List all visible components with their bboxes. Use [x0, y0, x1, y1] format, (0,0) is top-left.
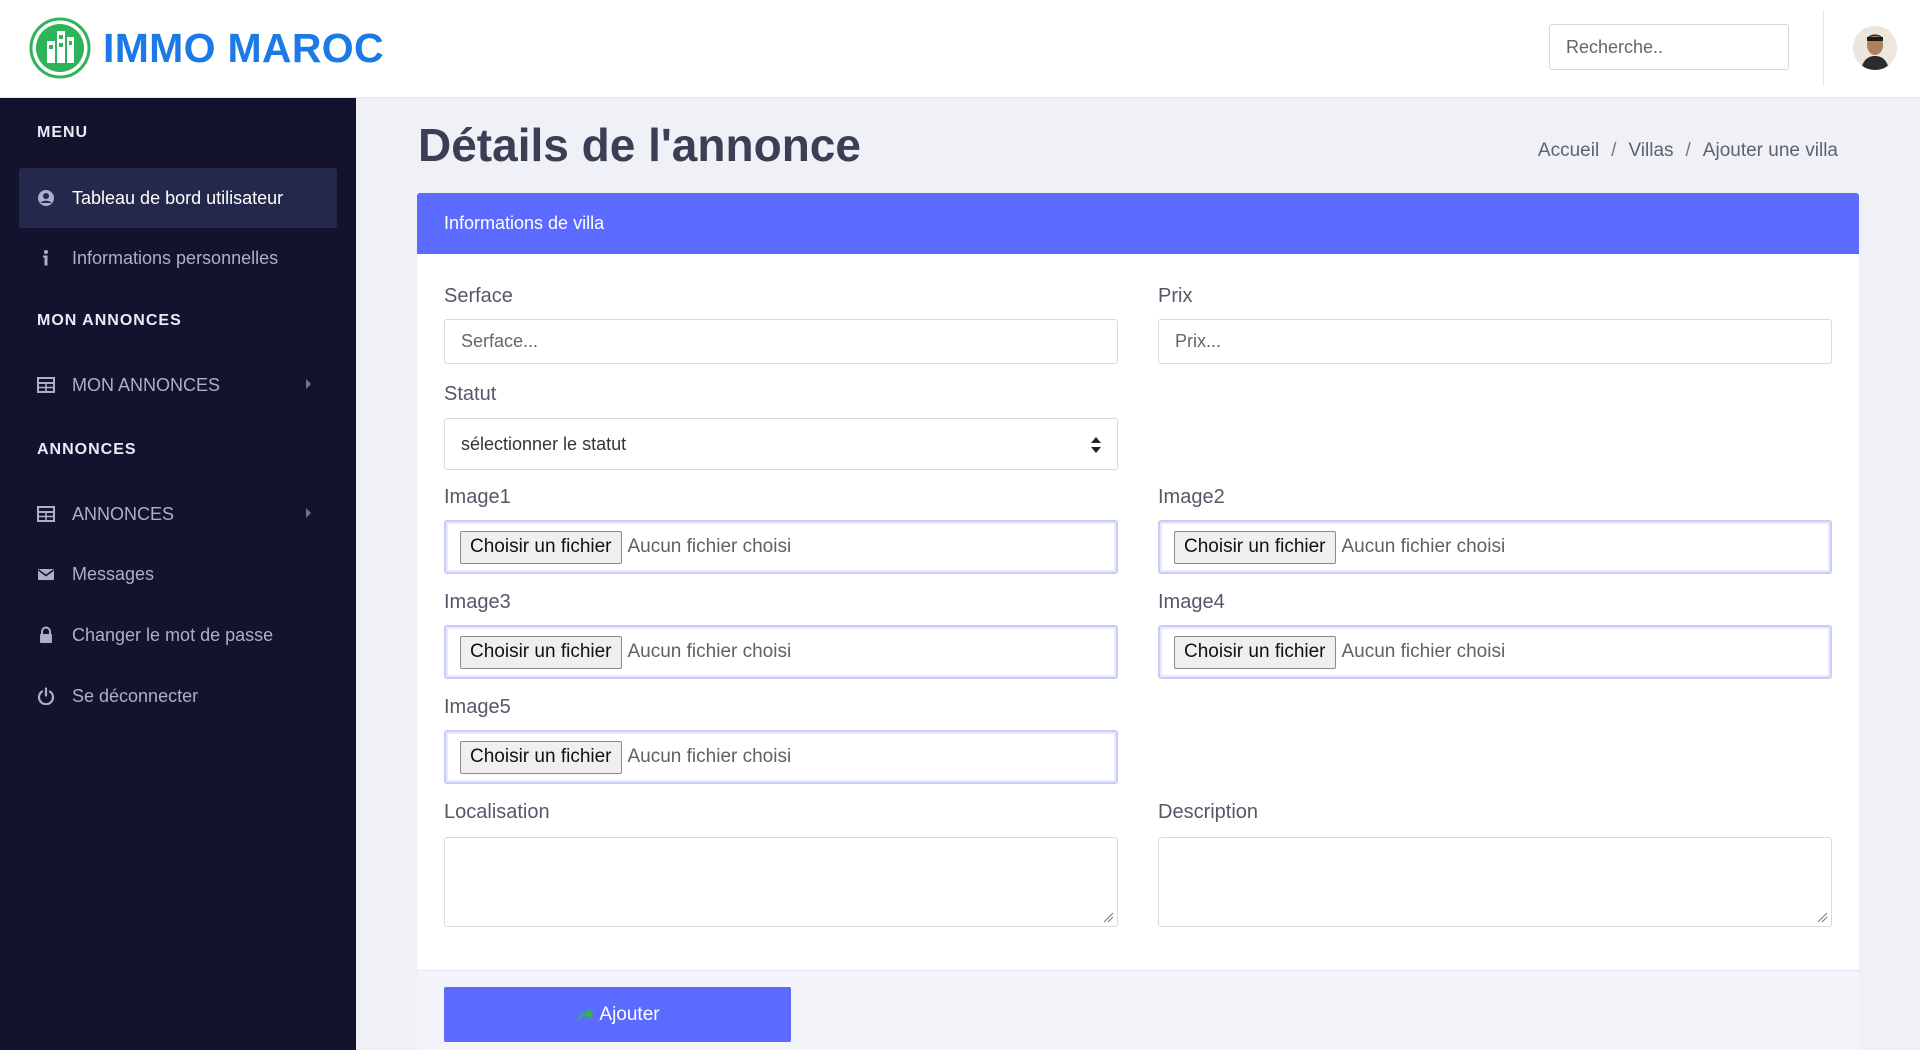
card-footer: Ajouter: [417, 970, 1859, 1050]
sidebar-item-my-ads[interactable]: MON ANNONCES: [19, 355, 337, 415]
search-input[interactable]: [1549, 24, 1789, 70]
image4-label: Image4: [1158, 591, 1225, 613]
chevron-right-icon: [306, 508, 311, 518]
card-header: Informations de villa: [417, 193, 1859, 254]
table-icon: [36, 504, 56, 524]
file-status: Aucun fichier choisi: [627, 641, 792, 662]
choose-file-button[interactable]: Choisir un fichier: [460, 740, 622, 774]
status-select-value: sélectionner le statut: [461, 433, 627, 454]
sidebar: MENU Tableau de bord utilisateur Informa…: [0, 98, 356, 1050]
breadcrumb-current: Ajouter une villa: [1702, 140, 1838, 161]
sidebar-item-label: Messages: [72, 563, 155, 584]
image1-file-input[interactable]: Choisir un fichier Aucun fichier choisi: [444, 520, 1118, 574]
table-icon: [36, 375, 56, 395]
add-button-label: Ajouter: [599, 1003, 660, 1025]
brand[interactable]: IMMO MAROC: [29, 17, 384, 79]
image2-label: Image2: [1158, 486, 1225, 508]
image3-label: Image3: [444, 591, 511, 613]
image5-label: Image5: [444, 696, 511, 718]
resize-handle-icon[interactable]: [1102, 911, 1114, 923]
sidebar-section-menu: MENU: [37, 124, 89, 141]
sidebar-item-change-password[interactable]: Changer le mot de passe: [19, 605, 337, 665]
image4-file-input[interactable]: Choisir un fichier Aucun fichier choisi: [1158, 625, 1832, 679]
location-textarea[interactable]: [444, 837, 1118, 927]
surface-label: Serface: [444, 285, 513, 307]
user-circle-icon: [36, 188, 56, 208]
choose-file-button[interactable]: Choisir un fichier: [1174, 635, 1336, 669]
building-logo-icon: [29, 17, 91, 79]
price-input[interactable]: [1158, 319, 1832, 364]
location-label: Localisation: [444, 801, 550, 823]
info-icon: [36, 248, 56, 268]
add-button[interactable]: Ajouter: [444, 987, 791, 1042]
sidebar-item-messages[interactable]: Messages: [19, 544, 337, 604]
choose-file-button[interactable]: Choisir un fichier: [460, 635, 622, 669]
breadcrumb-separator: /: [1685, 140, 1691, 161]
brand-name: IMMO MAROC: [103, 24, 384, 71]
file-status: Aucun fichier choisi: [1341, 641, 1506, 662]
status-select[interactable]: sélectionner le statut: [444, 418, 1118, 470]
sidebar-item-label: MON ANNONCES: [72, 374, 221, 395]
surface-input[interactable]: [444, 319, 1118, 364]
avatar[interactable]: [1853, 26, 1897, 70]
description-label: Description: [1158, 801, 1259, 823]
chevron-right-icon: [306, 379, 311, 389]
user-avatar-icon: [1853, 26, 1897, 70]
page-title: Détails de l'annonce: [418, 119, 861, 171]
sidebar-item-label: ANNONCES: [72, 503, 175, 524]
status-label: Statut: [444, 383, 497, 405]
sidebar-item-ads[interactable]: ANNONCES: [19, 484, 337, 544]
breadcrumb-separator: /: [1611, 140, 1617, 161]
sidebar-section-my-ads: MON ANNONCES: [37, 312, 182, 329]
sidebar-item-dashboard[interactable]: Tableau de bord utilisateur: [19, 168, 337, 228]
image1-label: Image1: [444, 486, 511, 508]
image5-file-input[interactable]: Choisir un fichier Aucun fichier choisi: [444, 730, 1118, 784]
file-status: Aucun fichier choisi: [627, 536, 792, 557]
image2-file-input[interactable]: Choisir un fichier Aucun fichier choisi: [1158, 520, 1832, 574]
sidebar-item-personal-info[interactable]: Informations personnelles: [19, 228, 337, 288]
villa-form-card: Informations de villa Serface Prix Statu…: [417, 193, 1859, 1050]
select-arrows-icon: [1091, 435, 1101, 455]
sidebar-item-label: Tableau de bord utilisateur: [72, 187, 284, 208]
choose-file-button[interactable]: Choisir un fichier: [460, 530, 622, 564]
breadcrumb-home[interactable]: Accueil: [1538, 140, 1599, 162]
sidebar-item-label: Se déconnecter: [72, 685, 199, 706]
header-divider: [1823, 10, 1824, 86]
description-textarea[interactable]: [1158, 837, 1832, 927]
file-status: Aucun fichier choisi: [627, 746, 792, 767]
share-arrow-icon: [577, 1007, 595, 1022]
envelope-icon: [36, 564, 56, 584]
sidebar-item-logout[interactable]: Se déconnecter: [19, 666, 337, 726]
image3-file-input[interactable]: Choisir un fichier Aucun fichier choisi: [444, 625, 1118, 679]
choose-file-button[interactable]: Choisir un fichier: [1174, 530, 1336, 564]
sidebar-section-ads: ANNONCES: [37, 441, 137, 458]
resize-handle-icon[interactable]: [1816, 911, 1828, 923]
breadcrumb-villas[interactable]: Villas: [1628, 140, 1673, 162]
price-label: Prix: [1158, 285, 1193, 307]
power-icon: [36, 686, 56, 706]
file-status: Aucun fichier choisi: [1341, 536, 1506, 557]
sidebar-item-label: Informations personnelles: [72, 247, 279, 268]
top-header: IMMO MAROC: [0, 0, 1920, 98]
lock-icon: [36, 625, 56, 645]
sidebar-item-label: Changer le mot de passe: [72, 624, 274, 645]
breadcrumb: Accueil / Villas / Ajouter une villa: [1538, 140, 1838, 162]
